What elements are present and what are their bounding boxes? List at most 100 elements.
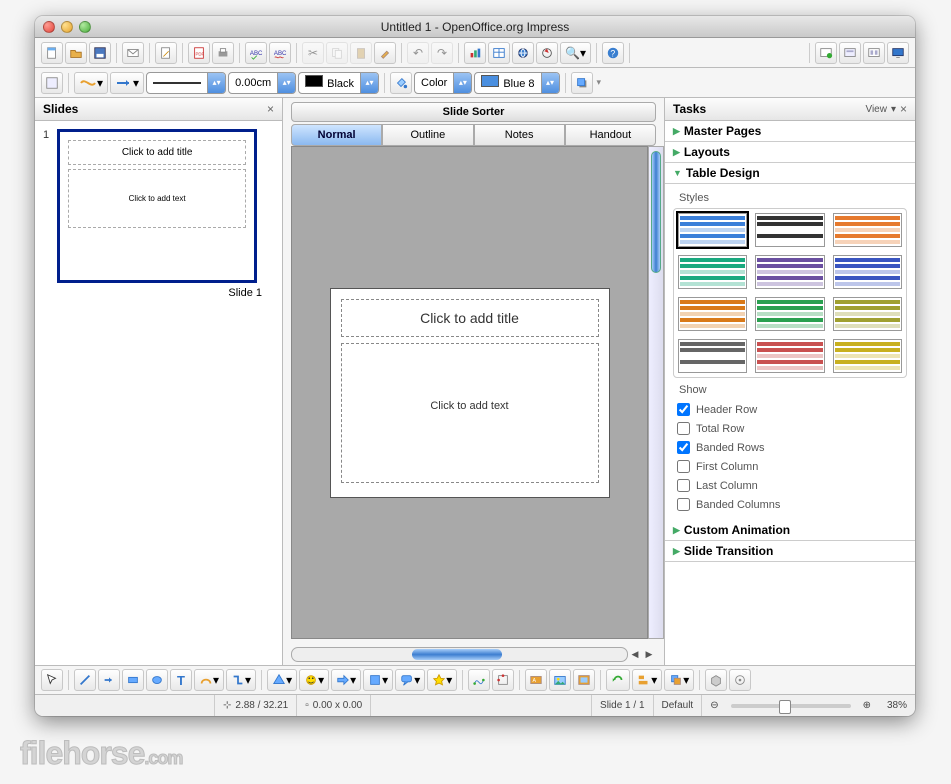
connector-tool-dropdown[interactable]: ▾ (226, 669, 256, 691)
show-option[interactable]: Last Column (673, 476, 907, 495)
mail-button[interactable] (122, 42, 144, 64)
symbol-shapes-dropdown[interactable]: ▾ (299, 669, 329, 691)
gallery-button[interactable] (573, 669, 595, 691)
align-dropdown[interactable]: ▾ (632, 669, 662, 691)
checkbox[interactable] (677, 422, 690, 435)
show-option[interactable]: Total Row (673, 419, 907, 438)
table-style-swatch[interactable] (755, 339, 824, 373)
checkbox[interactable] (677, 479, 690, 492)
checkbox[interactable] (677, 460, 690, 473)
tab-outline[interactable]: Outline (382, 124, 473, 146)
table-style-swatch[interactable] (833, 255, 902, 289)
fontwork-button[interactable]: A (525, 669, 547, 691)
section-master-pages[interactable]: ▶Master Pages (665, 121, 915, 142)
ellipse-tool-button[interactable] (146, 669, 168, 691)
table-style-swatch[interactable] (833, 297, 902, 331)
table-style-swatch[interactable] (755, 255, 824, 289)
table-style-swatch[interactable] (833, 339, 902, 373)
fill-button[interactable] (390, 72, 412, 94)
zoom-out-icon[interactable]: ⊖ (710, 700, 718, 711)
zoom-control[interactable]: ⊖ ⊕ (702, 695, 879, 716)
glue-points-button[interactable] (492, 669, 514, 691)
table-button[interactable] (488, 42, 510, 64)
block-arrows-dropdown[interactable]: ▾ (331, 669, 361, 691)
line-width-input[interactable]: 0.00cm▴▾ (228, 72, 296, 94)
navigator-button[interactable] (536, 42, 558, 64)
interaction-button[interactable] (729, 669, 751, 691)
arrow-tool-button[interactable] (98, 669, 120, 691)
redo-button[interactable]: ↷ (431, 42, 453, 64)
new-doc-button[interactable] (41, 42, 63, 64)
points-button[interactable] (468, 669, 490, 691)
show-option[interactable]: Header Row (673, 400, 907, 419)
help-button[interactable]: ? (602, 42, 624, 64)
vertical-scrollbar[interactable] (648, 146, 664, 639)
tab-handout[interactable]: Handout (565, 124, 656, 146)
zoom-percent[interactable]: 38% (879, 695, 915, 716)
section-custom-animation[interactable]: ▶Custom Animation (665, 520, 915, 541)
checkbox[interactable] (677, 441, 690, 454)
close-tasks-panel-button[interactable]: × (900, 102, 907, 116)
checkbox[interactable] (677, 403, 690, 416)
table-style-swatch[interactable] (833, 213, 902, 247)
arrange-dropdown[interactable]: ▾ (664, 669, 694, 691)
flowchart-dropdown[interactable]: ▾ (363, 669, 393, 691)
hyperlink-button[interactable] (512, 42, 534, 64)
rectangle-tool-button[interactable] (122, 669, 144, 691)
from-file-button[interactable] (549, 669, 571, 691)
fill-mode-dropdown[interactable]: Color▴▾ (414, 72, 472, 94)
line-style-dropdown[interactable]: ▾ (74, 72, 108, 94)
undo-button[interactable]: ↶ (407, 42, 429, 64)
cut-button[interactable]: ✂ (302, 42, 324, 64)
show-option[interactable]: First Column (673, 457, 907, 476)
fill-color-dropdown[interactable]: Blue 8▴▾ (474, 72, 559, 94)
table-style-swatch[interactable] (678, 297, 747, 331)
table-style-swatch[interactable] (755, 297, 824, 331)
text-tool-button[interactable]: T (170, 669, 192, 691)
styles-button[interactable] (41, 72, 63, 94)
chart-button[interactable] (464, 42, 486, 64)
slide-thumbnail[interactable]: Click to add title Click to add text (57, 129, 257, 283)
line-tool-button[interactable] (74, 669, 96, 691)
extrusion-button[interactable] (705, 669, 727, 691)
copy-button[interactable] (326, 42, 348, 64)
slide-sorter-button[interactable]: Slide Sorter (291, 102, 656, 122)
scroll-right-icon[interactable]: ▶ (642, 647, 656, 661)
stars-dropdown[interactable]: ▾ (427, 669, 457, 691)
line-pattern-dropdown[interactable]: ▴▾ (146, 72, 226, 94)
tab-notes[interactable]: Notes (474, 124, 565, 146)
slide-canvas-area[interactable]: Click to add title Click to add text (291, 146, 648, 639)
horizontal-scrollbar[interactable] (291, 647, 628, 662)
tasks-view-menu[interactable]: View ▾ × (865, 102, 907, 116)
table-style-swatch[interactable] (678, 213, 747, 247)
slides-list[interactable]: 1 Click to add title Click to add text S… (35, 121, 282, 665)
section-layouts[interactable]: ▶Layouts (665, 142, 915, 163)
zoom-slider[interactable] (731, 704, 851, 708)
callouts-dropdown[interactable]: ▾ (395, 669, 425, 691)
open-button[interactable] (65, 42, 87, 64)
zoom-in-icon[interactable]: ⊕ (863, 700, 871, 711)
table-style-swatch[interactable] (678, 255, 747, 289)
save-button[interactable] (89, 42, 111, 64)
paste-button[interactable] (350, 42, 372, 64)
titlebar[interactable]: Untitled 1 - OpenOffice.org Impress (35, 16, 915, 38)
title-placeholder[interactable]: Click to add title (341, 299, 599, 337)
table-style-swatch[interactable] (755, 213, 824, 247)
presentation-button[interactable] (887, 42, 909, 64)
checkbox[interactable] (677, 498, 690, 511)
tab-normal[interactable]: Normal (291, 124, 382, 146)
spellcheck-button[interactable]: ABC (245, 42, 267, 64)
content-placeholder[interactable]: Click to add text (341, 343, 599, 483)
select-tool-button[interactable] (41, 669, 63, 691)
slide-button[interactable] (815, 42, 837, 64)
shadow-button[interactable] (571, 72, 593, 94)
show-option[interactable]: Banded Rows (673, 438, 907, 457)
edit-doc-button[interactable] (155, 42, 177, 64)
curve-tool-dropdown[interactable]: ▾ (194, 669, 224, 691)
close-slides-panel-button[interactable]: × (267, 102, 274, 116)
section-slide-transition[interactable]: ▶Slide Transition (665, 541, 915, 562)
print-button[interactable] (212, 42, 234, 64)
basic-shapes-dropdown[interactable]: ▾ (267, 669, 297, 691)
show-option[interactable]: Banded Columns (673, 495, 907, 514)
auto-spellcheck-button[interactable]: ABC (269, 42, 291, 64)
